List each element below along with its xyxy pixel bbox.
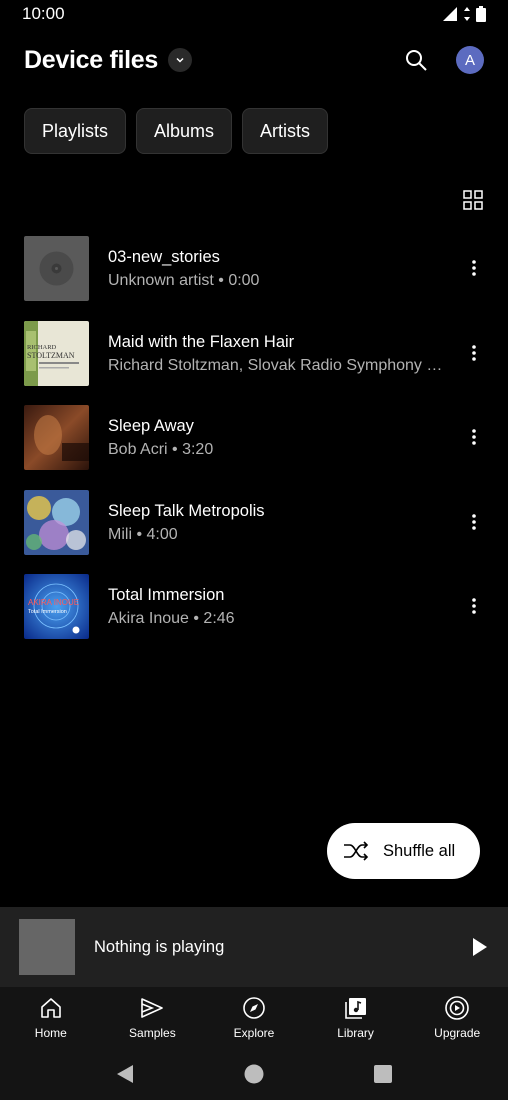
song-title: 03-new_stories — [108, 248, 220, 266]
library-icon — [343, 995, 369, 1021]
album-art — [24, 489, 89, 555]
song-subtitle: Bob Acri • 3:20 — [108, 441, 214, 459]
mini-player-title: Nothing is playing — [94, 937, 225, 956]
title-dropdown-button[interactable] — [168, 48, 192, 72]
nav-label: Explore — [233, 1026, 275, 1040]
list-item[interactable]: Sleep Talk Metropolis Mili • 4:00 — [0, 489, 508, 575]
art-text: STOLTZMAN — [27, 351, 75, 360]
status-time: 10:00 — [22, 4, 65, 23]
song-subtitle: Akira Inoue • 2:46 — [108, 610, 235, 628]
nav-label: Home — [34, 1026, 67, 1040]
shuffle-all-label: Shuffle all — [383, 841, 456, 860]
album-art: AKIRA INOUE Total Immersion — [24, 574, 89, 640]
chevron-down-icon — [176, 57, 184, 63]
app-header: Device files A — [0, 36, 508, 84]
song-subtitle: Mili • 4:00 — [108, 525, 178, 543]
song-title: Total Immersion — [108, 586, 225, 605]
nav-home[interactable]: Home — [0, 987, 102, 1048]
song-subtitle: Richard Stoltzman, Slovak Radio Symphony… — [108, 356, 443, 374]
shuffle-all-button[interactable]: Shuffle all — [327, 823, 480, 879]
more-options-icon[interactable] — [464, 596, 484, 616]
explore-icon — [241, 995, 267, 1021]
song-list: 03-new_stories Unknown artist • 0:00 RIC… — [0, 236, 508, 659]
art-text: RICHARD — [27, 344, 57, 351]
more-options-icon[interactable] — [464, 427, 484, 447]
samples-icon — [139, 995, 165, 1021]
nav-library[interactable]: Library — [305, 987, 407, 1048]
play-icon[interactable] — [472, 937, 488, 957]
art-text: Total Immersion — [28, 609, 67, 615]
mini-player[interactable]: Nothing is playing — [0, 907, 508, 987]
more-options-icon[interactable] — [464, 343, 484, 363]
song-title: Maid with the Flaxen Hair — [108, 332, 295, 351]
nav-label: Library — [337, 1026, 374, 1040]
shuffle-icon — [344, 841, 369, 861]
signal-icon — [443, 7, 457, 21]
nav-label: Upgrade — [434, 1026, 481, 1040]
grid-view-icon[interactable] — [463, 190, 483, 210]
system-nav-bar — [0, 1048, 508, 1100]
more-options-icon[interactable] — [464, 512, 484, 532]
list-item[interactable]: RICHARD STOLTZMAN Maid with the Flaxen H… — [0, 320, 508, 406]
bottom-nav: Home Samples Explore Library Upgrade — [0, 987, 508, 1048]
more-options-icon[interactable] — [464, 258, 484, 278]
list-item[interactable]: 03-new_stories Unknown artist • 0:00 — [0, 236, 508, 321]
list-item[interactable]: AKIRA INOUE Total Immersion Total Immers… — [0, 574, 508, 659]
nav-samples[interactable]: Samples — [102, 987, 204, 1048]
filter-chips: Playlists Albums Artists — [24, 108, 329, 154]
album-art: RICHARD STOLTZMAN — [24, 320, 89, 386]
nav-label: Samples — [129, 1026, 176, 1040]
status-icons — [442, 6, 486, 22]
nav-upgrade[interactable]: Upgrade — [406, 987, 508, 1048]
album-art-placeholder — [24, 236, 89, 301]
home-icon — [38, 995, 64, 1021]
back-icon[interactable] — [116, 1064, 134, 1084]
chip-playlists[interactable]: Playlists — [24, 108, 127, 154]
recents-icon[interactable] — [374, 1065, 392, 1083]
nav-explore[interactable]: Explore — [203, 987, 305, 1048]
list-item[interactable]: Sleep Away Bob Acri • 3:20 — [0, 405, 508, 490]
upgrade-icon — [444, 995, 470, 1021]
mini-player-art — [19, 919, 75, 975]
search-icon[interactable] — [404, 48, 428, 72]
home-button-icon[interactable] — [244, 1064, 264, 1084]
battery-icon — [476, 6, 486, 22]
album-art — [24, 405, 89, 471]
song-subtitle: Unknown artist • 0:00 — [108, 272, 260, 289]
song-title: Sleep Talk Metropolis — [108, 501, 265, 520]
data-arrows-icon — [464, 7, 470, 21]
status-bar: 10:00 — [0, 0, 508, 28]
avatar[interactable]: A — [456, 46, 484, 74]
song-title: Sleep Away — [108, 417, 194, 436]
page-title: Device files — [24, 45, 158, 74]
chip-artists[interactable]: Artists — [242, 108, 329, 154]
chip-albums[interactable]: Albums — [136, 108, 233, 154]
art-text: AKIRA INOUE — [28, 598, 79, 607]
